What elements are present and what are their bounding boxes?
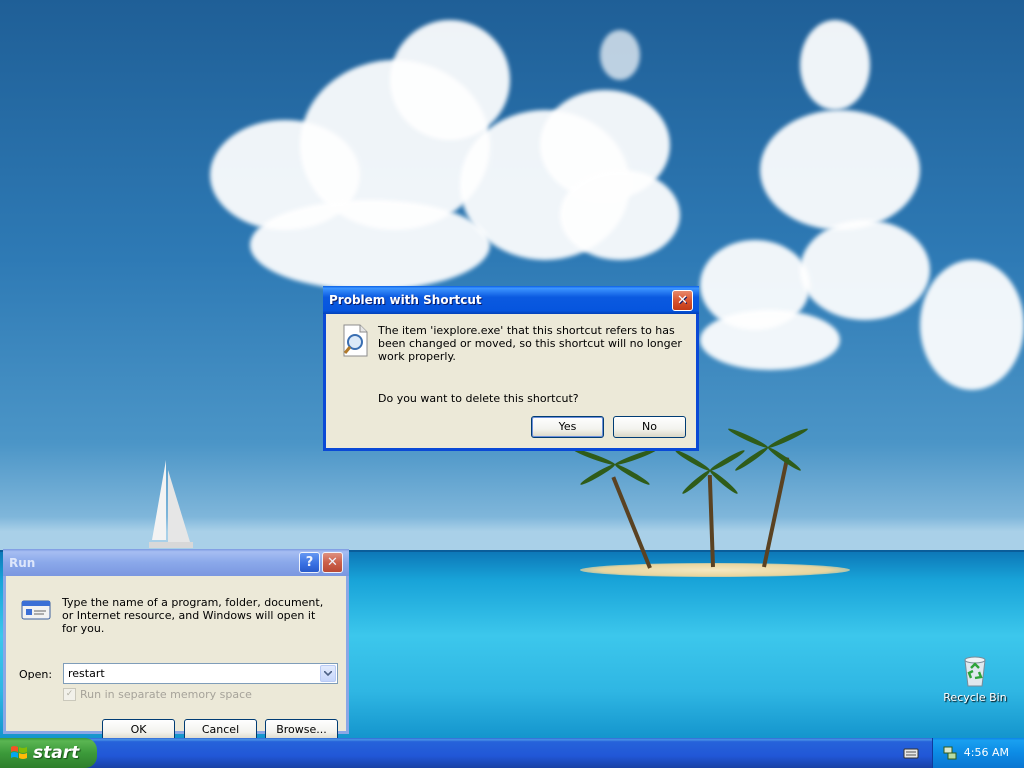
combo-dropdown-button[interactable] — [320, 665, 336, 682]
windows-logo-icon — [11, 746, 27, 759]
dialog-body: The item 'iexplore.exe' that this shortc… — [326, 314, 696, 448]
separate-memory-label: Run in separate memory space — [80, 688, 252, 701]
recycle-bin-label: Recycle Bin — [943, 691, 1007, 704]
sailboat — [149, 460, 193, 548]
help-icon: ? — [305, 555, 314, 570]
chevron-down-icon — [324, 671, 332, 676]
dialog-close-button[interactable]: ✕ — [672, 289, 693, 311]
recycle-bin-icon — [964, 656, 986, 687]
run-description: Type the name of a program, folder, docu… — [62, 596, 324, 635]
problem-with-shortcut-dialog: Problem with Shortcut ✕ The item 'iexplo… — [323, 286, 699, 451]
system-tray: 4:56 AM — [932, 738, 1024, 768]
taskbar: start 4:56 AM — [0, 738, 1024, 768]
start-button[interactable]: start — [0, 738, 97, 768]
dialog-title: Problem with Shortcut — [329, 293, 482, 307]
run-body: Type the name of a program, folder, docu… — [6, 576, 346, 741]
run-close-button[interactable]: ✕ — [322, 552, 343, 573]
help-button[interactable]: ? — [299, 552, 320, 573]
magnifier-question-icon — [343, 324, 368, 357]
desktop-icon-recycle-bin[interactable]: Recycle Bin — [940, 654, 1010, 704]
keyboard-icon[interactable] — [903, 746, 919, 760]
dialog-question: Do you want to delete this shortcut? — [378, 392, 579, 405]
no-button[interactable]: No — [613, 416, 686, 438]
open-input[interactable]: restart — [68, 667, 105, 680]
separate-memory-checkbox-row: ✓ Run in separate memory space — [63, 688, 252, 701]
run-titlebar[interactable]: Run ? ✕ — [3, 549, 349, 576]
run-dialog: Run ? ✕ Type the name of a program, fold… — [3, 549, 349, 741]
dialog-titlebar[interactable]: Problem with Shortcut ✕ — [323, 286, 699, 314]
network-icon[interactable] — [942, 745, 958, 761]
run-program-icon — [21, 600, 51, 620]
yes-button[interactable]: Yes — [531, 416, 604, 438]
dialog-message: The item 'iexplore.exe' that this shortc… — [378, 324, 682, 363]
close-icon: ✕ — [677, 292, 688, 308]
start-label: start — [33, 743, 80, 763]
clock[interactable]: 4:56 AM — [964, 746, 1009, 759]
open-label: Open: — [19, 668, 53, 681]
open-combobox[interactable]: restart — [63, 663, 338, 684]
close-icon: ✕ — [327, 555, 338, 570]
separate-memory-checkbox: ✓ — [63, 688, 76, 701]
island — [580, 563, 850, 577]
run-title: Run — [9, 555, 36, 570]
